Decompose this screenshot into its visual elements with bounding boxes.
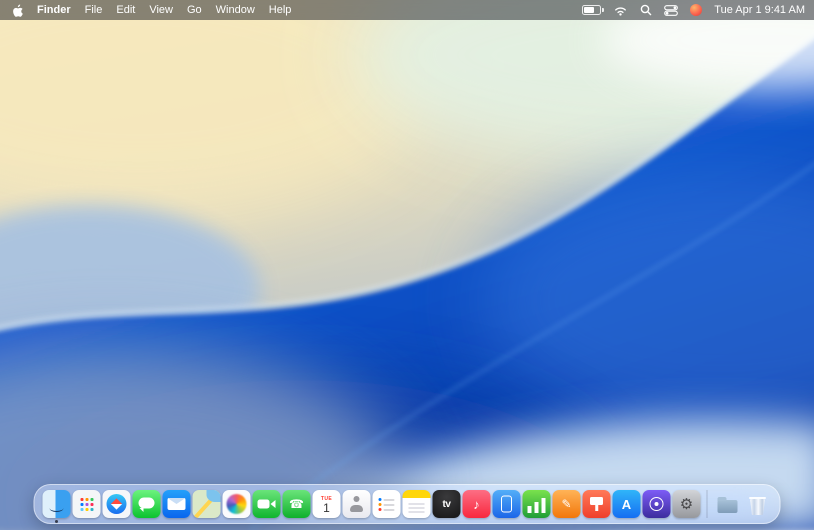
app-menu-finder[interactable]: Finder xyxy=(37,0,71,20)
menu-help[interactable]: Help xyxy=(269,0,292,20)
safari-dock-icon[interactable] xyxy=(103,490,131,518)
spotlight-icon[interactable] xyxy=(640,4,652,16)
messages-dock-icon[interactable] xyxy=(133,490,161,518)
menu-go[interactable]: Go xyxy=(187,0,202,20)
facetime-dock-icon[interactable] xyxy=(253,490,281,518)
downloads-folder-icon[interactable] xyxy=(714,490,742,518)
control-center-icon[interactable] xyxy=(664,5,678,16)
dock: ☎TUE1 tv♪ ✎ A ⚙ xyxy=(34,484,781,524)
podcasts-dock-icon[interactable] xyxy=(643,490,671,518)
menu-bar-status: Tue Apr 1 9:41 AM xyxy=(582,0,814,20)
battery-icon[interactable] xyxy=(582,5,601,15)
menu-edit[interactable]: Edit xyxy=(116,0,135,20)
contacts-dock-icon[interactable] xyxy=(343,490,371,518)
trash-icon[interactable] xyxy=(744,490,772,518)
music-dock-icon[interactable]: ♪ xyxy=(463,490,491,518)
numbers-dock-icon[interactable] xyxy=(523,490,551,518)
app-store-dock-icon[interactable]: A xyxy=(613,490,641,518)
desktop: { "desktop": { "wallpaper_palette": ["#f… xyxy=(0,0,814,530)
desktop-wallpaper xyxy=(0,0,814,530)
dock-apps: ☎TUE1 tv♪ ✎ A ⚙ xyxy=(43,490,701,518)
menu-window[interactable]: Window xyxy=(216,0,255,20)
menu-bar-left: Finder File Edit View Go Window Help xyxy=(0,0,291,20)
iphone-mirroring-dock-icon[interactable] xyxy=(493,490,521,518)
launchpad-dock-icon[interactable] xyxy=(73,490,101,518)
menu-bar-clock[interactable]: Tue Apr 1 9:41 AM xyxy=(714,0,805,20)
calendar-dock-icon[interactable]: TUE1 xyxy=(313,490,341,518)
apple-logo-icon xyxy=(11,3,23,17)
settings-dock-icon[interactable]: ⚙ xyxy=(673,490,701,518)
menu-file[interactable]: File xyxy=(85,0,103,20)
maps-dock-icon[interactable] xyxy=(193,490,221,518)
siri-icon[interactable] xyxy=(690,4,702,16)
menu-bar: Finder File Edit View Go Window Help xyxy=(0,0,814,20)
wifi-icon[interactable] xyxy=(613,5,628,16)
mail-dock-icon[interactable] xyxy=(163,490,191,518)
apple-menu[interactable] xyxy=(11,3,23,17)
tv-dock-icon[interactable]: tv xyxy=(433,490,461,518)
reminders-dock-icon[interactable] xyxy=(373,490,401,518)
keynote-dock-icon[interactable] xyxy=(583,490,611,518)
dock-divider xyxy=(707,490,708,518)
menu-view[interactable]: View xyxy=(149,0,173,20)
notes-dock-icon[interactable] xyxy=(403,490,431,518)
finder-dock-icon[interactable] xyxy=(43,490,71,518)
pages-dock-icon[interactable]: ✎ xyxy=(553,490,581,518)
photos-dock-icon[interactable] xyxy=(223,490,251,518)
phone-dock-icon[interactable]: ☎ xyxy=(283,490,311,518)
